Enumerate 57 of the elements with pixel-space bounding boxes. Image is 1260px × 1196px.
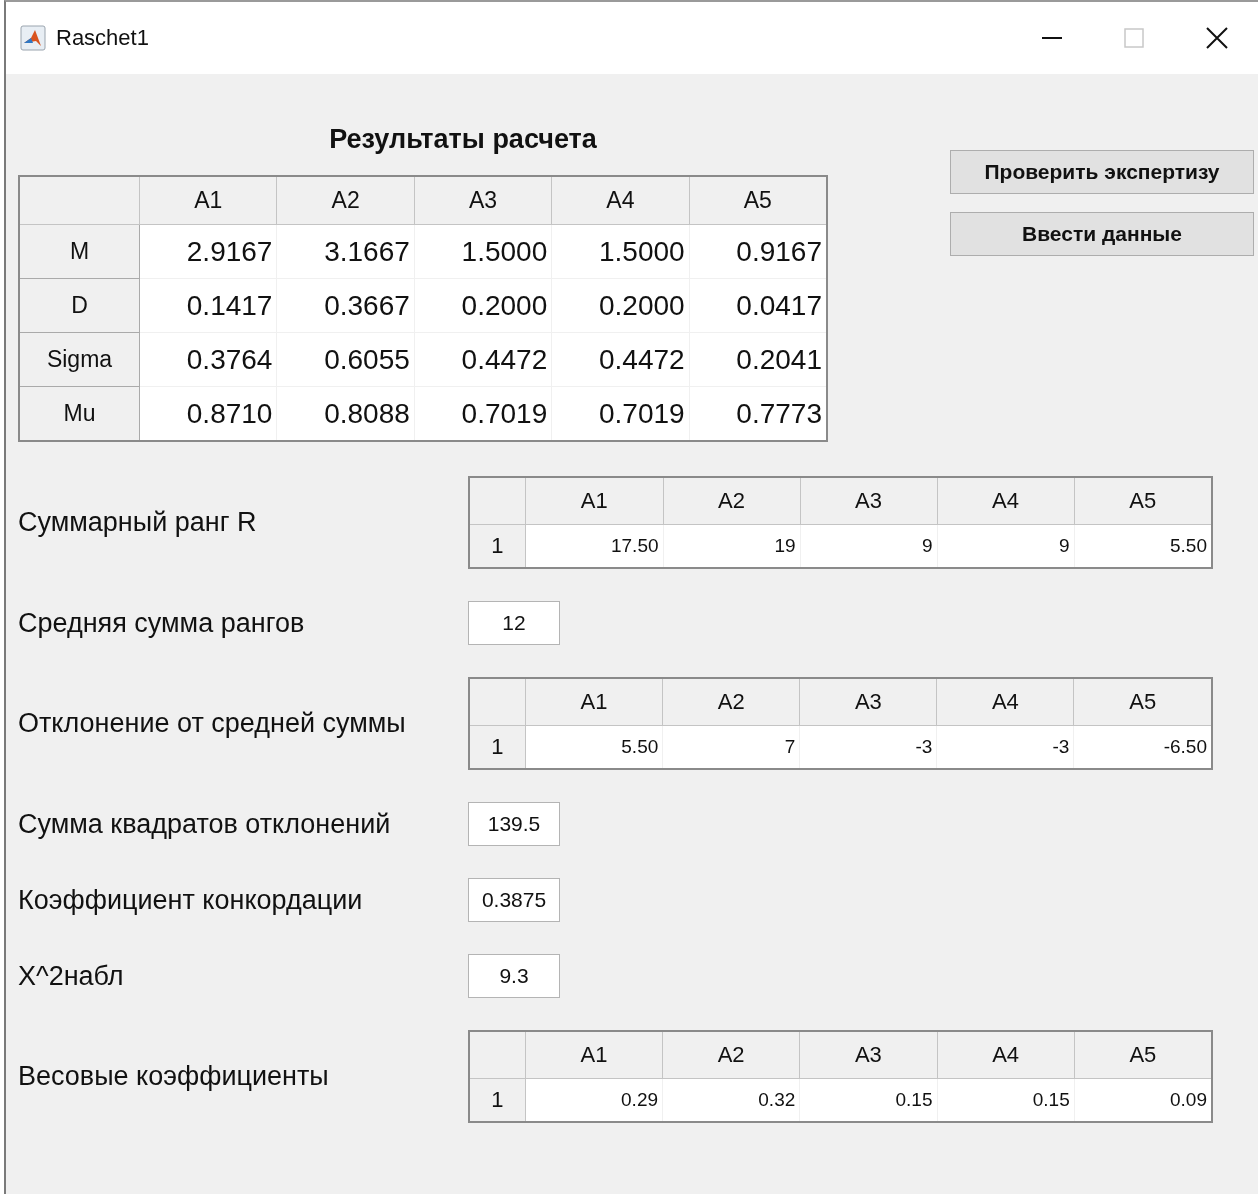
table-cell: 0.3764 xyxy=(139,332,277,387)
column-header: A3 xyxy=(414,176,552,225)
column-header: A5 xyxy=(1074,1031,1212,1079)
column-header: A1 xyxy=(525,1031,663,1079)
column-header: A2 xyxy=(662,1031,800,1079)
output-field[interactable]: 12 xyxy=(468,601,560,645)
action-button[interactable]: Ввести данные xyxy=(950,212,1254,256)
minimize-icon[interactable] xyxy=(1042,36,1062,40)
table-cell: 0.3667 xyxy=(276,278,415,333)
row-header: D xyxy=(19,278,140,333)
column-header: A1 xyxy=(139,176,277,225)
field-label: Весовые коэффициенты xyxy=(18,1061,330,1092)
column-header: A4 xyxy=(937,1031,1075,1079)
table-cell: 1.5000 xyxy=(551,224,690,279)
table-cell: 0.2000 xyxy=(551,278,690,333)
row-header: 1 xyxy=(469,1078,526,1122)
table-cell: 0.6055 xyxy=(276,332,415,387)
results-title: Результаты расчета xyxy=(328,124,598,155)
table-cell: 0.2000 xyxy=(414,278,552,333)
column-header: A3 xyxy=(799,1031,937,1079)
table-cell: 0.4472 xyxy=(414,332,552,387)
close-icon[interactable] xyxy=(1206,27,1228,49)
output-field[interactable]: 139.5 xyxy=(468,802,560,846)
column-header: A2 xyxy=(662,678,800,726)
table-cell: 0.1417 xyxy=(139,278,277,333)
action-button[interactable]: Проверить экспертизу xyxy=(950,150,1254,194)
field-label: Средняя сумма рангов xyxy=(18,607,306,639)
field-label: Суммарный ранг R xyxy=(18,507,258,538)
output-field[interactable]: 9.3 xyxy=(468,954,560,998)
row-header: Sigma xyxy=(19,332,140,387)
column-header: A1 xyxy=(525,477,663,525)
column-header: A4 xyxy=(937,477,1075,525)
app-icon xyxy=(20,25,46,51)
column-header: A5 xyxy=(689,176,827,225)
column-header: A4 xyxy=(936,678,1074,726)
column-header: A5 xyxy=(1074,477,1212,525)
field-label: Отклонение от средней суммы xyxy=(18,708,407,739)
row-header: Mu xyxy=(19,386,140,441)
row-header: 1 xyxy=(469,725,526,769)
table-cell: 0.4472 xyxy=(551,332,690,387)
table-cell: 2.9167 xyxy=(139,224,277,279)
column-header: A2 xyxy=(276,176,415,225)
column-header: A2 xyxy=(663,477,801,525)
column-header: A3 xyxy=(800,477,938,525)
field-label: X^2набл xyxy=(18,960,125,992)
field-label: Коэффициент конкордации xyxy=(18,884,364,916)
column-header: A3 xyxy=(799,678,937,726)
table-cell: 1.5000 xyxy=(414,224,552,279)
column-header: A5 xyxy=(1073,678,1212,726)
column-header: A1 xyxy=(525,678,663,726)
row-header: 1 xyxy=(469,524,526,568)
output-field[interactable]: 0.3875 xyxy=(468,878,560,922)
table-cell: 3.1667 xyxy=(276,224,415,279)
column-header: A4 xyxy=(551,176,690,225)
window-title: Raschet1 xyxy=(56,25,149,51)
field-label: Сумма квадратов отклонений xyxy=(18,808,392,840)
row-header: M xyxy=(19,224,140,279)
